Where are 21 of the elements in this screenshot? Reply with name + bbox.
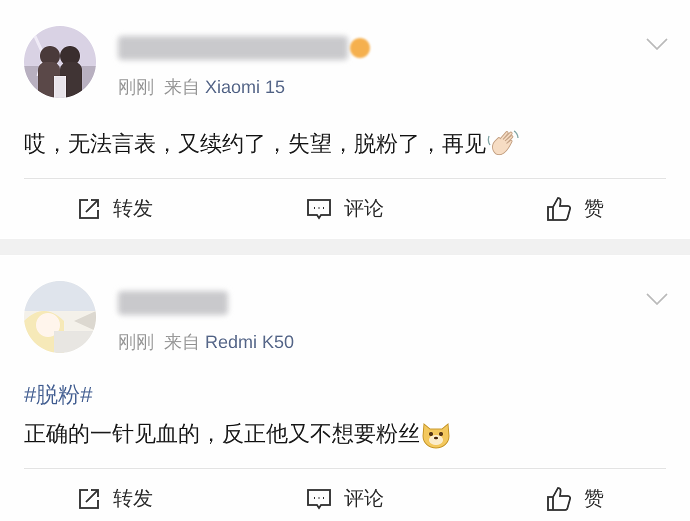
share-icon	[77, 487, 101, 511]
share-icon	[77, 197, 101, 221]
thumbs-up-icon	[546, 196, 572, 222]
thumbs-up-icon	[546, 486, 572, 512]
repost-button[interactable]: 转发	[0, 484, 230, 514]
comment-button[interactable]: 评论	[230, 194, 460, 224]
post-time: 刚刚	[118, 331, 154, 354]
comment-icon	[306, 487, 332, 511]
post-text: 正确的一针见血的，反正他又不想要粉丝	[24, 420, 420, 448]
comment-icon	[306, 197, 332, 221]
comment-button[interactable]: 评论	[230, 484, 460, 514]
post-text: 哎，无法言表，又续约了，失望，脱粉了，再见	[24, 130, 486, 158]
post-source: 来自 Xiaomi 15	[164, 76, 286, 99]
dropdown-chevron-icon[interactable]	[646, 293, 668, 305]
post-source: 来自 Redmi K50	[164, 331, 294, 354]
hashtag-link[interactable]: #脱粉#	[24, 378, 92, 411]
dropdown-chevron-icon[interactable]	[646, 38, 668, 50]
repost-button[interactable]: 转发	[0, 194, 230, 224]
like-button[interactable]: 赞	[460, 194, 690, 224]
post-time: 刚刚	[118, 76, 154, 99]
like-button[interactable]: 赞	[460, 484, 690, 514]
